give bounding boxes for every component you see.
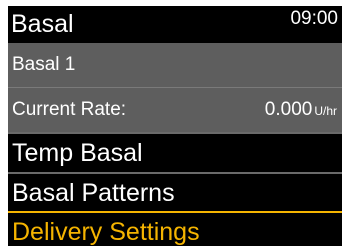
menu-item-label: Delivery Settings bbox=[12, 218, 200, 246]
menu-item-basal-patterns[interactable]: Basal Patterns bbox=[8, 174, 342, 212]
menu-item-label: Basal Patterns bbox=[12, 179, 175, 207]
title-bar: Basal 09:00 bbox=[8, 6, 342, 42]
menu-item-delivery-settings[interactable]: Delivery Settings bbox=[8, 213, 342, 246]
current-rate-label: Current Rate: bbox=[12, 99, 127, 120]
screen-title: Basal bbox=[11, 10, 74, 38]
menu-item-label: Temp Basal bbox=[12, 139, 143, 167]
pump-screen: Basal 09:00 Basal 1 Current Rate: 0.000 U… bbox=[8, 6, 342, 246]
basal-status-panel: Basal 1 Current Rate: 0.000 U/hr bbox=[8, 43, 342, 132]
active-pattern-name: Basal 1 bbox=[12, 54, 76, 75]
current-rate-unit: U/hr bbox=[314, 104, 337, 118]
current-rate-value: 0.000 bbox=[264, 99, 313, 120]
status-divider bbox=[8, 87, 342, 88]
menu-item-temp-basal[interactable]: Temp Basal bbox=[8, 134, 342, 172]
clock-time: 09:00 bbox=[290, 8, 338, 29]
current-rate-readout: 0.000 U/hr bbox=[265, 99, 337, 122]
